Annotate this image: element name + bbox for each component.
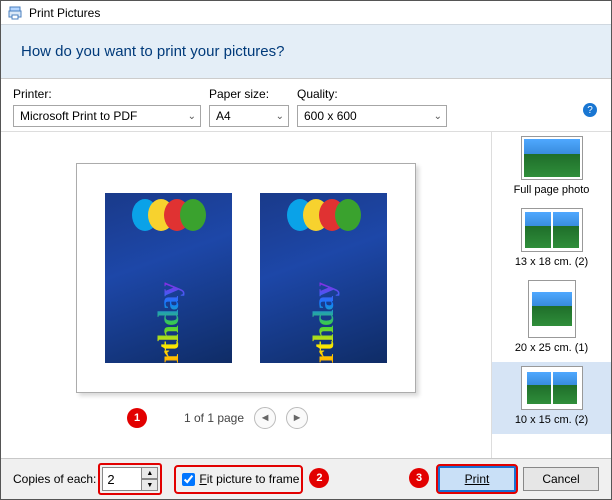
fit-to-frame-wrapper[interactable]: Fit picture to frame 2 <box>178 470 299 489</box>
quality-combo[interactable]: 600 x 600 ⌄ <box>297 105 447 127</box>
window-title: Print Pictures <box>29 6 100 20</box>
quality-value: 600 x 600 <box>304 109 357 123</box>
spinner-down-icon[interactable]: ▼ <box>142 479 158 491</box>
copies-label: Copies of each: <box>13 472 96 486</box>
middle-area: Birthday Birthday 1 1 of 1 page ◄ ► <box>1 131 611 458</box>
printer-icon <box>7 5 23 21</box>
fit-to-frame-checkbox[interactable] <box>182 473 195 486</box>
printer-combo[interactable]: Microsoft Print to PDF ⌄ <box>13 105 201 127</box>
paper-preview: Birthday Birthday <box>76 163 416 393</box>
annotation-1-badge: 1 <box>127 408 147 428</box>
paper-label: Paper size: <box>209 87 289 101</box>
header-question: How do you want to print your pictures? <box>21 43 284 60</box>
fit-to-frame-label: Fit picture to frame <box>199 472 299 486</box>
copies-input[interactable] <box>102 467 142 491</box>
print-button[interactable]: Print <box>439 467 515 491</box>
prev-page-button[interactable]: ◄ <box>254 407 276 429</box>
cancel-button[interactable]: Cancel <box>523 467 599 491</box>
paper-value: A4 <box>216 109 231 123</box>
preview-photo: Birthday <box>260 193 387 363</box>
paper-size-combo[interactable]: A4 ⌄ <box>209 105 289 127</box>
quality-label: Quality: <box>297 87 447 101</box>
header-band: How do you want to print your pictures? <box>1 25 611 79</box>
annotation-3-badge: 3 <box>409 468 429 488</box>
printer-label: Printer: <box>13 87 201 101</box>
options-link[interactable]: Options... <box>544 0 595 455</box>
chevron-down-icon: ⌄ <box>188 111 196 122</box>
bottom-bar: Copies of each: ▲ ▼ Fit picture to frame… <box>1 458 611 499</box>
chevron-down-icon: ⌄ <box>276 111 284 122</box>
pager: 1 1 of 1 page ◄ ► <box>9 403 483 435</box>
titlebar: Print Pictures <box>1 1 611 25</box>
next-page-button[interactable]: ► <box>286 407 308 429</box>
preview-pane: Birthday Birthday 1 1 of 1 page ◄ ► <box>1 132 491 458</box>
dialog-buttons: 3 Print Cancel <box>439 467 599 491</box>
annotation-2-badge: 2 <box>309 468 329 488</box>
chevron-down-icon: ⌄ <box>434 111 442 122</box>
printer-value: Microsoft Print to PDF <box>20 109 137 123</box>
pager-text: 1 of 1 page <box>184 411 244 425</box>
options-row: Printer: Microsoft Print to PDF ⌄ Paper … <box>1 79 611 131</box>
print-pictures-window: Print Pictures How do you want to print … <box>0 0 612 500</box>
spinner-up-icon[interactable]: ▲ <box>142 467 158 479</box>
copies-spinner[interactable]: ▲ ▼ <box>102 467 158 491</box>
preview-photo: Birthday <box>105 193 232 363</box>
